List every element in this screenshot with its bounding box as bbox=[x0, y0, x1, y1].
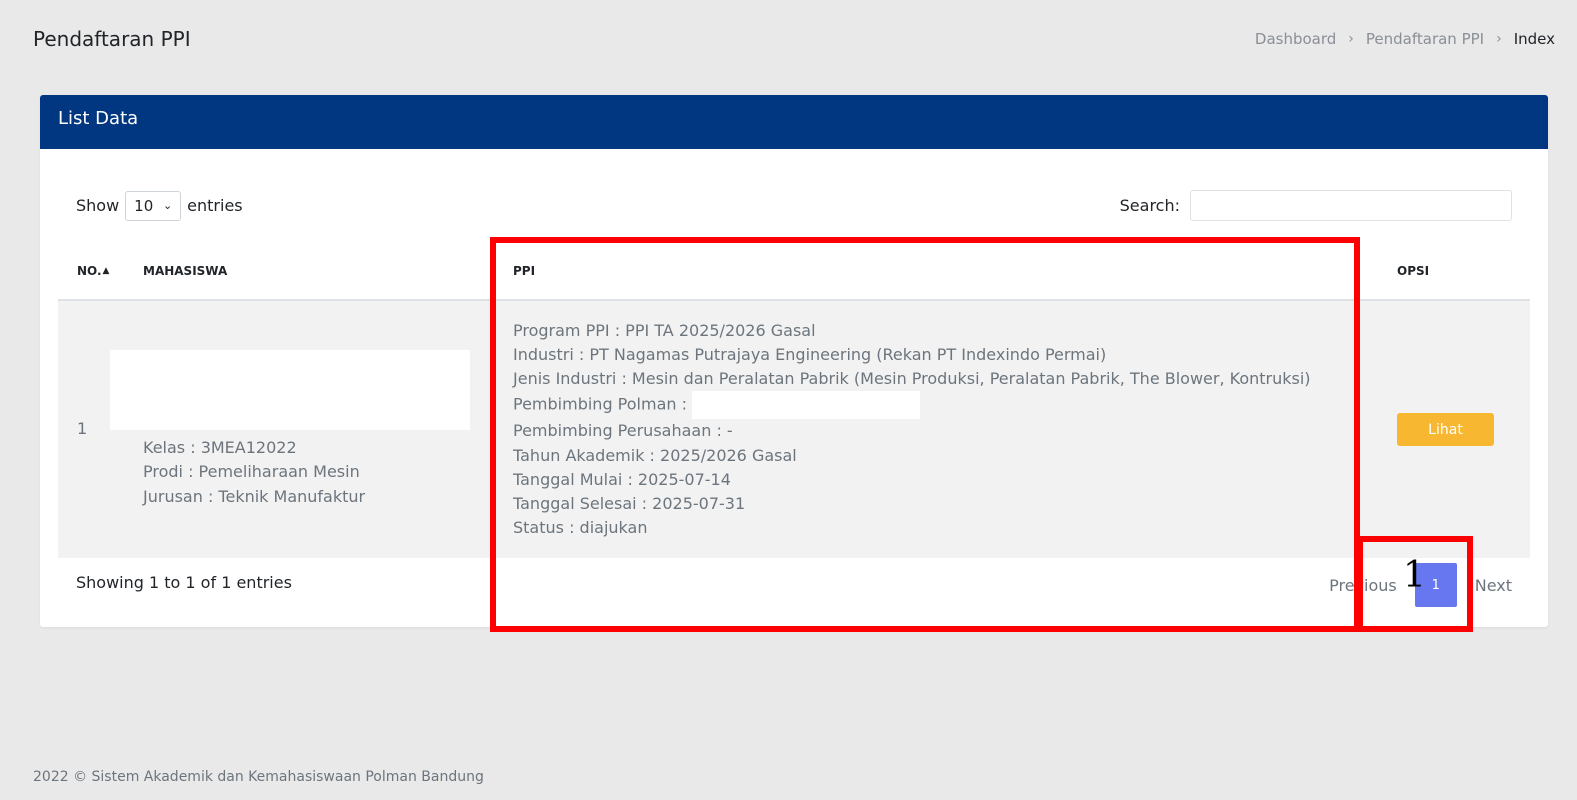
column-no[interactable]: NO.▲ bbox=[58, 243, 125, 301]
redacted-inline bbox=[692, 391, 921, 420]
cell-mahasiswa: Kelas : 3MEA12022 Prodi : Pemeliharaan M… bbox=[110, 300, 495, 558]
column-no-label: NO. bbox=[77, 264, 102, 278]
ppi-program: Program PPI : PPI TA 2025/2026 Gasal bbox=[513, 320, 816, 340]
breadcrumb-chevron-icon: › bbox=[1496, 31, 1502, 47]
entries-select[interactable]: 10 ⌄ bbox=[125, 190, 182, 221]
column-ppi[interactable]: PPI bbox=[495, 243, 1387, 301]
ppi-pembimbing-perusahaan: Pembimbing Perusahaan : - bbox=[513, 421, 733, 441]
search-label: Search: bbox=[1119, 196, 1180, 215]
search-area: Search: bbox=[1120, 190, 1512, 221]
previous-button[interactable]: Previous bbox=[1329, 576, 1397, 595]
ppi-tanggal-selesai: Tanggal Selesai : 2025-07-31 bbox=[513, 493, 746, 513]
ppi-tahun-akademik: Tahun Akademik : 2025/2026 Gasal bbox=[513, 445, 797, 465]
column-opsi[interactable]: OPSI bbox=[1387, 243, 1530, 301]
ppi-tanggal-mulai: Tanggal Mulai : 2025-07-14 bbox=[513, 469, 731, 489]
lihat-button[interactable]: Lihat bbox=[1397, 413, 1494, 446]
entries-select-value: 10 bbox=[134, 196, 154, 215]
breadcrumb-pendaftaran-ppi[interactable]: Pendaftaran PPI bbox=[1366, 30, 1484, 48]
list-data-card: List Data Show 10 ⌄ entries Search: NO.▲… bbox=[40, 95, 1548, 627]
pembimbing-polman-label: Pembimbing Polman : bbox=[513, 394, 687, 414]
data-table: NO.▲ MAHASISWA PPI OPSI 1 Kelas : 3MEA12… bbox=[58, 243, 1530, 558]
show-label: Show bbox=[76, 196, 120, 215]
cell-opsi: Lihat bbox=[1387, 300, 1530, 558]
mahasiswa-jurusan: Jurusan : Teknik Manufaktur bbox=[143, 486, 366, 506]
search-input[interactable] bbox=[1190, 190, 1512, 221]
ppi-status: Status : diajukan bbox=[513, 518, 648, 538]
annotation-label: 1 bbox=[1403, 555, 1426, 596]
footer-copyright: 2022 © Sistem Akademik dan Kemahasiswaan… bbox=[33, 769, 484, 785]
mahasiswa-prodi: Prodi : Pemeliharaan Mesin bbox=[143, 462, 360, 482]
table-row: 1 Kelas : 3MEA12022 Prodi : Pemeliharaan… bbox=[58, 300, 1530, 558]
entries-length: Show 10 ⌄ entries bbox=[76, 190, 243, 221]
breadcrumb-dashboard[interactable]: Dashboard bbox=[1255, 30, 1336, 48]
mahasiswa-kelas: Kelas : 3MEA12022 bbox=[143, 438, 297, 458]
redacted-block bbox=[110, 350, 470, 431]
cell-ppi: Program PPI : PPI TA 2025/2026 Gasal Ind… bbox=[495, 300, 1387, 558]
table-info: Showing 1 to 1 of 1 entries bbox=[76, 573, 292, 592]
sort-asc-icon: ▲ bbox=[102, 266, 110, 276]
breadcrumb-chevron-icon: › bbox=[1348, 31, 1354, 47]
breadcrumb: Dashboard › Pendaftaran PPI › Index bbox=[1255, 30, 1555, 48]
table-header-row: NO.▲ MAHASISWA PPI OPSI bbox=[58, 243, 1530, 301]
card-title: List Data bbox=[40, 95, 1548, 149]
breadcrumb-index: Index bbox=[1513, 30, 1555, 48]
ppi-pembimbing-polman: Pembimbing Polman : bbox=[513, 391, 1387, 420]
ppi-jenis-industri: Jenis Industri : Mesin dan Peralatan Pab… bbox=[513, 369, 1311, 389]
next-button[interactable]: Next bbox=[1475, 576, 1512, 595]
page-title: Pendaftaran PPI bbox=[33, 27, 191, 51]
chevron-down-icon: ⌄ bbox=[162, 199, 173, 212]
table-controls: Show 10 ⌄ entries Search: bbox=[76, 190, 1512, 221]
entries-label: entries bbox=[187, 196, 243, 215]
column-mahasiswa[interactable]: MAHASISWA bbox=[125, 243, 495, 301]
ppi-industri: Industri : PT Nagamas Putrajaya Engineer… bbox=[513, 344, 1107, 364]
